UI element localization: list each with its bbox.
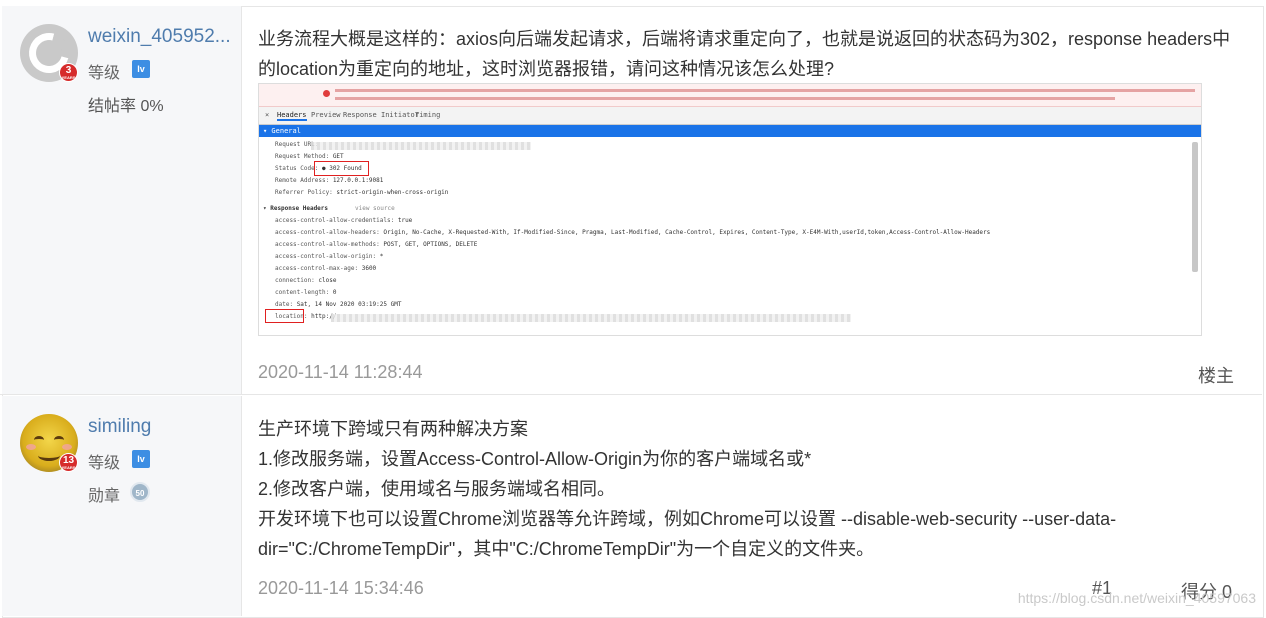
highlight-location-box (265, 309, 304, 323)
general-section-header[interactable]: ▾ General (259, 125, 1201, 137)
error-line (335, 89, 1195, 92)
header-row: Remote Address: 127.0.0.1:9081 (275, 177, 384, 184)
author-panel: 3 YEARS weixin_405952... 等级 lv 结帖率 0% (2, 6, 242, 394)
op-label: 楼主 (1198, 366, 1234, 386)
avatar-cheek (62, 444, 72, 450)
header-row: access-control-allow-origin: * (275, 253, 384, 260)
avatar-eye (54, 436, 64, 444)
username[interactable]: weixin_405952... (88, 26, 231, 48)
header-row: date: Sat, 14 Nov 2020 03:19:25 GMT (275, 301, 402, 308)
close-icon[interactable]: × (265, 111, 269, 119)
response-headers-section[interactable]: ▾ Response Headers (263, 205, 328, 212)
post-paragraph: 开发环境下也可以设置Chrome浏览器等允许跨域，例如Chrome可以设置 --… (258, 509, 1117, 559)
header-row: Referrer Policy: strict-origin-when-cros… (275, 189, 449, 196)
post-timestamp: 2020-11-14 15:34:46 (258, 578, 424, 598)
devtools-screenshot: × Headers Preview Response Initiator Tim… (258, 83, 1202, 336)
post-paragraph: 业务流程大概是这样的：axios向后端发起请求，后端将请求重定向了，也就是说返回… (258, 29, 1231, 79)
post-original: 3 YEARS weixin_405952... 等级 lv 结帖率 0% 业务流… (0, 6, 1262, 395)
level-icon: lv (132, 60, 150, 78)
tab-preview[interactable]: Preview (311, 111, 341, 119)
author-panel: 13 YEARS similing 等级 lv 勋章 50 (2, 396, 242, 616)
devtools-tabs: × Headers Preview Response Initiator Tim… (259, 107, 1201, 125)
tab-headers[interactable]: Headers (277, 111, 307, 121)
tab-timing[interactable]: Timing (415, 111, 440, 119)
username[interactable]: similing (88, 416, 151, 438)
error-icon (323, 90, 330, 97)
years-badge: 3 YEARS (59, 63, 78, 82)
highlight-status-box (314, 161, 369, 176)
redacted-blur (331, 314, 851, 322)
post-paragraph: 生产环境下跨域只有两种解决方案 (258, 419, 528, 439)
header-row: connection: close (275, 277, 337, 284)
tab-response[interactable]: Response (343, 111, 377, 119)
header-row: access-control-allow-headers: Origin, No… (275, 229, 991, 236)
post-timestamp: 2020-11-14 11:28:44 (258, 362, 423, 382)
header-row: Request Method: GET (275, 153, 344, 160)
post-content: 业务流程大概是这样的：axios向后端发起请求，后端将请求重定向了，也就是说返回… (258, 24, 1248, 84)
close-rate: 结帖率 0% (88, 98, 164, 115)
medal-label: 勋章 (88, 488, 121, 505)
header-row: access-control-allow-methods: POST, GET,… (275, 241, 478, 248)
level-icon: lv (132, 450, 150, 468)
post-paragraph: 1.修改服务端，设置Access-Control-Allow-Origin为你的… (258, 449, 812, 469)
header-row: access-control-max-age: 3600 (275, 265, 377, 272)
header-row: content-length: 0 (275, 289, 337, 296)
avatar-cheek (26, 444, 36, 450)
redacted-blur (311, 142, 531, 150)
header-row: access-control-allow-credentials: true (275, 217, 413, 224)
watermark: https://blog.csdn.net/weixin_40597063 (1017, 590, 1256, 606)
tab-initiator[interactable]: Initiator (381, 111, 419, 119)
avatar-mouth (38, 450, 60, 461)
post-content: 生产环境下跨域只有两种解决方案 1.修改服务端，设置Access-Control… (258, 414, 1248, 564)
level-label: 等级 (88, 455, 121, 472)
post-reply: 13 YEARS similing 等级 lv 勋章 50 生产环境下跨域只有两种… (0, 396, 1262, 616)
medal-icon[interactable]: 50 (130, 482, 150, 502)
cors-error-bar (259, 84, 1201, 107)
avatar-eye (34, 436, 44, 444)
years-badge: 13 YEARS (59, 453, 78, 472)
level-label: 等级 (88, 65, 121, 82)
scrollbar[interactable] (1192, 142, 1198, 272)
post-paragraph: 2.修改客户端，使用域名与服务端域名相同。 (258, 479, 616, 499)
view-source-link[interactable]: view source (355, 205, 395, 212)
error-line (335, 97, 1115, 100)
